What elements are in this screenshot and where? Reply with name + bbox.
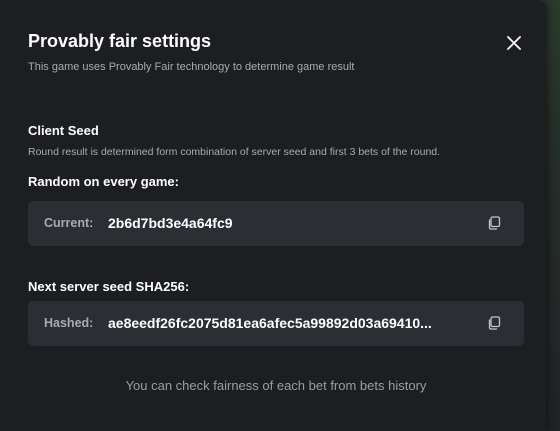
current-seed-key: Current: [44,216,94,230]
current-seed-field: Current: 2b6d7bd3e4a64fc9 [28,201,524,246]
client-seed-description: Round result is determined form combinat… [28,146,441,158]
modal-subtitle: This game uses Provably Fair technology … [28,61,355,73]
copy-current-seed-button[interactable] [484,213,504,233]
modal-title: Provably fair settings [28,31,212,51]
hashed-seed-value: ae8eedf26fc2075d81ea6afec5a99892d03a6941… [108,315,432,331]
provably-fair-modal: Provably fair settings This game uses Pr… [0,0,546,431]
next-server-seed-label: Next server seed SHA256: [28,279,190,294]
current-seed-value: 2b6d7bd3e4a64fc9 [108,215,233,231]
close-button[interactable] [500,29,528,57]
close-icon [507,36,521,50]
copy-icon [488,316,501,330]
copy-hashed-seed-button[interactable] [484,313,504,333]
hashed-seed-field: Hashed: ae8eedf26fc2075d81ea6afec5a99892… [28,301,524,346]
hashed-seed-key: Hashed: [44,316,94,330]
fairness-footer-text: You can check fairness of each bet from … [125,378,427,393]
random-every-game-label: Random on every game: [28,174,179,189]
copy-icon [488,216,501,230]
client-seed-title: Client Seed [28,123,99,138]
